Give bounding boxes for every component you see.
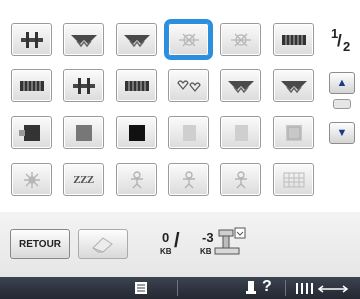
bottom-bar: ? bbox=[0, 277, 360, 299]
zzz-stitch-label: ZZZ bbox=[73, 173, 94, 186]
triangle-up-icon: ▲ bbox=[336, 77, 348, 89]
solid-fill-black-icon bbox=[128, 124, 145, 141]
memory-free-unit: KB bbox=[200, 247, 212, 256]
scroll-thumb[interactable] bbox=[333, 99, 351, 109]
bar-tack-stitch-icon bbox=[20, 31, 43, 48]
scroll-down-button[interactable]: ▼ bbox=[329, 122, 355, 144]
stitch-button[interactable] bbox=[220, 69, 261, 102]
stitch-button[interactable] bbox=[273, 163, 314, 196]
figure-motif-icon bbox=[234, 170, 247, 188]
stitch-button[interactable] bbox=[220, 116, 261, 149]
figure-motif-icon bbox=[182, 170, 195, 188]
triangle-down-icon: ▼ bbox=[336, 127, 348, 139]
stitch-button[interactable] bbox=[11, 23, 52, 56]
stitch-button[interactable]: ZZZ bbox=[63, 163, 104, 196]
stitch-button[interactable] bbox=[63, 69, 104, 102]
stitch-button[interactable] bbox=[63, 23, 104, 56]
sewing-machine-icon bbox=[214, 227, 246, 255]
scroll-up-button[interactable]: ▲ bbox=[329, 72, 355, 94]
eraser-icon bbox=[92, 237, 113, 253]
horizontal-arrow-icon[interactable] bbox=[295, 281, 353, 295]
solid-fill-gray-icon bbox=[18, 124, 40, 141]
gray-flag-icon bbox=[182, 124, 196, 141]
figure-motif-icon bbox=[130, 170, 143, 188]
retour-button[interactable]: RETOUR bbox=[10, 229, 70, 259]
cross-motif-stitch-icon bbox=[178, 33, 199, 46]
stitch-grid: ZZZ bbox=[11, 23, 317, 199]
heart-chain-stitch-icon bbox=[176, 79, 201, 92]
eraser-button[interactable] bbox=[78, 229, 128, 259]
stitch-button[interactable] bbox=[168, 23, 209, 56]
bar-tack-stitch-icon bbox=[72, 77, 95, 94]
stitch-button[interactable] bbox=[220, 23, 261, 56]
stitch-button[interactable] bbox=[11, 69, 52, 102]
page-total: 2 bbox=[343, 39, 351, 54]
flower-stitch-icon bbox=[23, 171, 40, 188]
page-slash: / bbox=[337, 31, 342, 50]
satin-scallop-stitch-icon bbox=[70, 34, 97, 47]
stitch-button[interactable] bbox=[168, 163, 209, 196]
satin-scallop-stitch-icon bbox=[123, 34, 150, 47]
page-indicator: 1 / 2 bbox=[328, 26, 354, 56]
memory-used-unit: KB bbox=[160, 247, 172, 256]
bar-stitch-icon bbox=[124, 80, 149, 91]
stitch-button[interactable] bbox=[116, 163, 157, 196]
thread-spool-icon bbox=[246, 281, 256, 294]
scroll-control: ▲ ▼ bbox=[329, 72, 355, 158]
gray-flag-icon bbox=[234, 124, 248, 141]
stitch-button[interactable] bbox=[273, 116, 314, 149]
stitch-button[interactable] bbox=[116, 69, 157, 102]
help-question-label[interactable]: ? bbox=[262, 278, 272, 296]
bar-stitch-icon bbox=[19, 80, 44, 91]
stitch-button[interactable] bbox=[11, 163, 52, 196]
stitch-button[interactable] bbox=[63, 116, 104, 149]
grid-stitch-icon bbox=[283, 172, 304, 187]
embroidery-stitch-selection-screen: ZZZ 1 / 2 ▲ ▼ RETOUR 0 KB / -3 KB ? bbox=[0, 0, 360, 299]
stitch-button[interactable] bbox=[273, 23, 314, 56]
cross-motif-stitch-icon bbox=[230, 33, 251, 46]
separator-1 bbox=[177, 280, 178, 296]
memory-slash: / bbox=[174, 230, 180, 252]
memory-used-value: 0 bbox=[162, 230, 170, 245]
solid-fill-dark-icon bbox=[75, 124, 92, 141]
stitch-button[interactable] bbox=[116, 116, 157, 149]
stitch-button[interactable] bbox=[220, 163, 261, 196]
stitch-button[interactable] bbox=[168, 69, 209, 102]
satin-scallop-stitch-icon bbox=[280, 80, 307, 93]
stitch-button[interactable] bbox=[11, 116, 52, 149]
light-fill-icon bbox=[285, 124, 302, 141]
list-icon[interactable] bbox=[134, 281, 148, 295]
stitch-button[interactable] bbox=[168, 116, 209, 149]
separator-2 bbox=[285, 280, 286, 296]
bar-stitch-icon bbox=[281, 34, 306, 45]
stitch-button[interactable] bbox=[273, 69, 314, 102]
memory-free-value: -3 bbox=[202, 230, 214, 245]
satin-scallop-stitch-icon bbox=[227, 80, 254, 93]
memory-used: 0 KB bbox=[156, 230, 186, 260]
stitch-button[interactable] bbox=[116, 23, 157, 56]
